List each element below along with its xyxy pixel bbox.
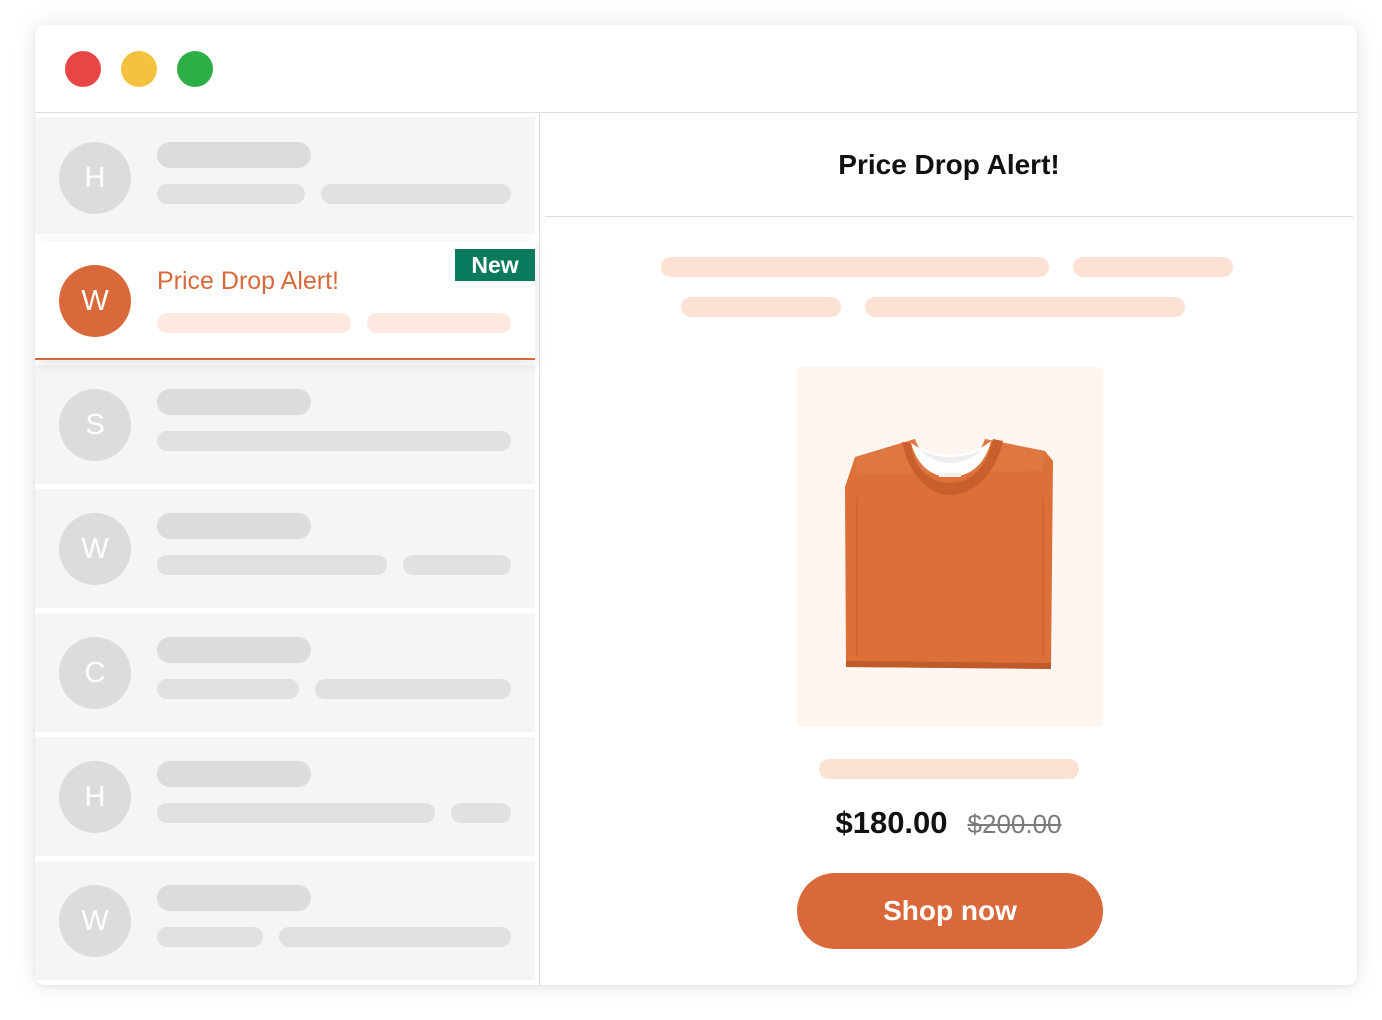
sender-avatar: S bbox=[59, 389, 131, 461]
shop-now-button[interactable]: Shop now bbox=[797, 873, 1103, 949]
sender-avatar: W bbox=[59, 513, 131, 585]
email-title: Price Drop Alert! bbox=[838, 148, 1060, 180]
inbox-item[interactable]: C bbox=[35, 613, 535, 732]
preview-placeholder bbox=[157, 927, 263, 947]
preview-placeholder bbox=[157, 803, 435, 823]
preview-placeholder bbox=[279, 927, 511, 947]
new-badge: New bbox=[455, 249, 535, 281]
body-text-placeholder bbox=[1073, 257, 1233, 277]
inbox-item[interactable]: W bbox=[35, 489, 535, 608]
inbox-item-active[interactable]: W Price Drop Alert! New bbox=[35, 241, 535, 360]
product-image[interactable] bbox=[797, 367, 1103, 727]
body-text-placeholder bbox=[661, 257, 1049, 277]
title-bar bbox=[35, 25, 1357, 113]
close-window-button[interactable] bbox=[65, 51, 101, 87]
inbox-list: H W Price Drop Alert! New S W C H W bbox=[35, 113, 540, 985]
sender-placeholder bbox=[157, 142, 311, 168]
product-name-placeholder bbox=[819, 759, 1079, 779]
preview-placeholder bbox=[157, 679, 299, 699]
mail-app-window: H W Price Drop Alert! New S W C H W Pric… bbox=[35, 25, 1357, 985]
sender-avatar: H bbox=[59, 761, 131, 833]
preview-placeholder bbox=[157, 313, 351, 333]
sender-avatar: H bbox=[59, 142, 131, 214]
original-price: $200.00 bbox=[967, 809, 1062, 839]
sale-price: $180.00 bbox=[835, 805, 948, 840]
sender-placeholder bbox=[157, 761, 311, 787]
inbox-item[interactable]: H bbox=[35, 737, 535, 856]
sender-placeholder bbox=[157, 885, 311, 911]
inbox-item[interactable]: H bbox=[35, 117, 535, 234]
minimize-window-button[interactable] bbox=[121, 51, 157, 87]
preview-placeholder bbox=[157, 184, 305, 204]
body-text-placeholder bbox=[681, 297, 841, 317]
preview-placeholder bbox=[403, 555, 511, 575]
email-header: Price Drop Alert! bbox=[545, 113, 1353, 217]
preview-placeholder bbox=[451, 803, 511, 823]
preview-placeholder bbox=[315, 679, 511, 699]
sender-placeholder bbox=[157, 389, 311, 415]
preview-placeholder bbox=[321, 184, 511, 204]
sender-avatar: W bbox=[59, 265, 131, 337]
sender-avatar: C bbox=[59, 637, 131, 709]
inbox-item[interactable]: W bbox=[35, 861, 535, 980]
preview-placeholder bbox=[157, 555, 387, 575]
preview-placeholder bbox=[157, 431, 511, 451]
preview-placeholder bbox=[367, 313, 511, 333]
sender-placeholder bbox=[157, 637, 311, 663]
price-row: $180.00 $200.00 bbox=[540, 805, 1357, 841]
mail-subject: Price Drop Alert! bbox=[157, 267, 340, 295]
sender-avatar: W bbox=[59, 885, 131, 957]
sender-placeholder bbox=[157, 513, 311, 539]
body-text-placeholder bbox=[865, 297, 1185, 317]
tshirt-icon bbox=[845, 439, 1053, 669]
email-reading-pane: Price Drop Alert! $180.00 $200.00 Shop no… bbox=[540, 113, 1357, 985]
maximize-window-button[interactable] bbox=[177, 51, 213, 87]
inbox-item[interactable]: S bbox=[35, 365, 535, 484]
